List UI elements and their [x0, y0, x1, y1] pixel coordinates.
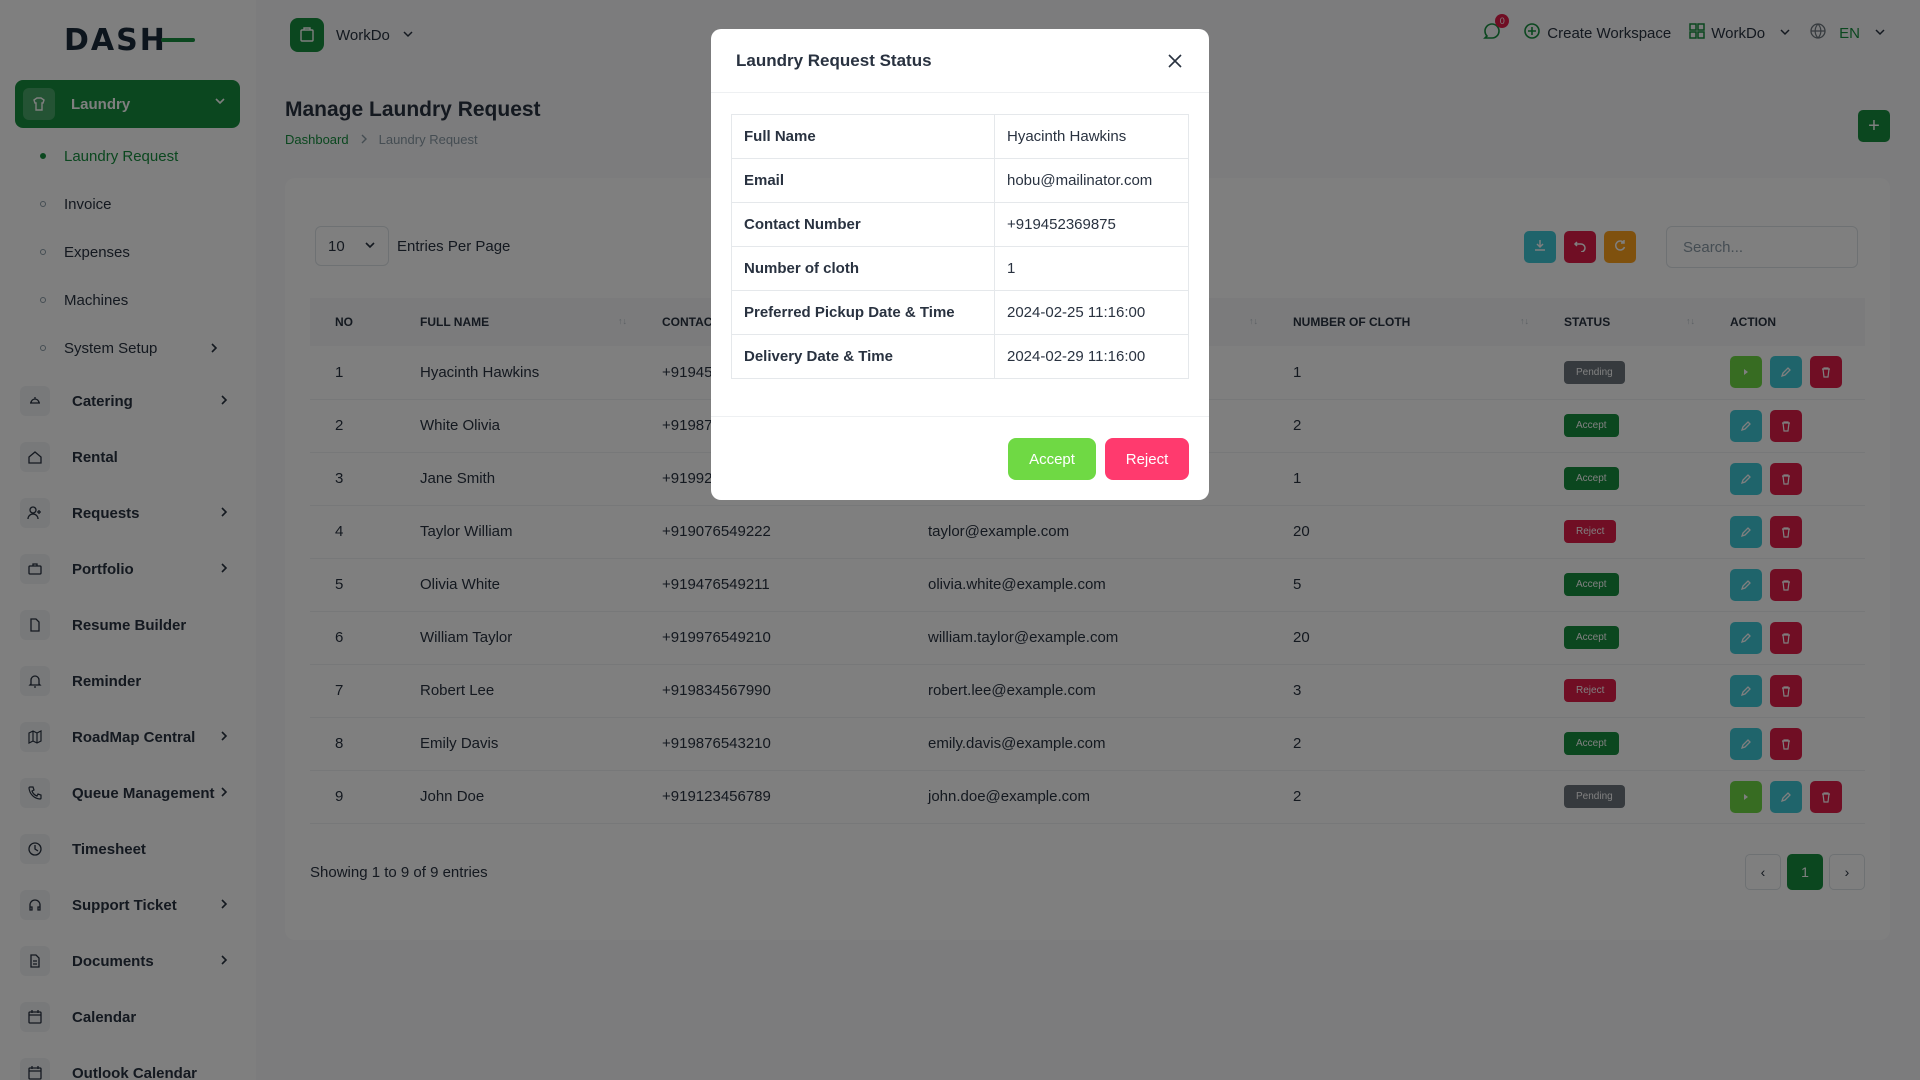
detail-row: Email hobu@mailinator.com — [731, 158, 1189, 203]
laundry-status-modal: Laundry Request Status Full Name Hyacinth… — [711, 29, 1209, 500]
modal-header: Laundry Request Status — [711, 29, 1209, 93]
detail-row: Number of cloth 1 — [731, 246, 1189, 291]
detail-value: 1 — [994, 246, 1189, 291]
detail-label: Number of cloth — [731, 246, 995, 291]
detail-value: 2024-02-29 11:16:00 — [994, 334, 1189, 379]
detail-label: Email — [731, 158, 995, 203]
detail-value: 2024-02-25 11:16:00 — [994, 290, 1189, 335]
detail-value: Hyacinth Hawkins — [994, 114, 1189, 159]
detail-row: Delivery Date & Time 2024-02-29 11:16:00 — [731, 334, 1189, 379]
modal-title: Laundry Request Status — [736, 50, 932, 70]
detail-row: Contact Number +919452369875 — [731, 202, 1189, 247]
close-icon[interactable] — [1163, 49, 1187, 73]
detail-row: Preferred Pickup Date & Time 2024-02-25 1… — [731, 290, 1189, 335]
detail-label: Contact Number — [731, 202, 995, 247]
detail-value: +919452369875 — [994, 202, 1189, 247]
modal-footer: Accept Reject — [711, 416, 1209, 500]
reject-button[interactable]: Reject — [1105, 438, 1189, 480]
detail-value: hobu@mailinator.com — [994, 158, 1189, 203]
request-details-table: Full Name Hyacinth Hawkins Email hobu@mail… — [731, 114, 1189, 379]
detail-label: Full Name — [731, 114, 995, 159]
detail-label: Delivery Date & Time — [731, 334, 995, 379]
detail-label: Preferred Pickup Date & Time — [731, 290, 995, 335]
accept-button[interactable]: Accept — [1008, 438, 1096, 480]
detail-row: Full Name Hyacinth Hawkins — [731, 114, 1189, 159]
